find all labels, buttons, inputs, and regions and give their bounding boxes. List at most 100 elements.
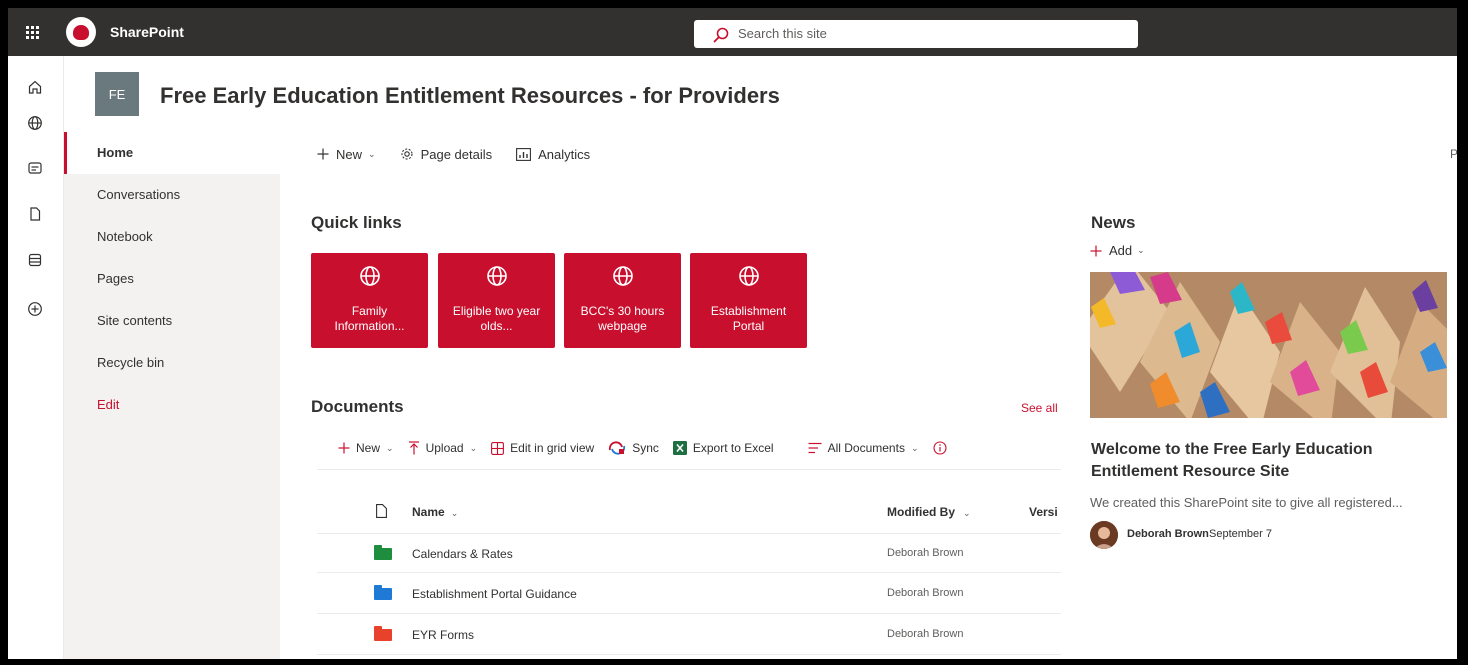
edit-grid-label: Edit in grid view: [510, 441, 595, 455]
create-icon[interactable]: [24, 298, 46, 320]
column-header-modified-by[interactable]: Modified By ⌄: [887, 505, 971, 519]
document-name[interactable]: Calendars & Rates: [412, 547, 513, 561]
nav-item-recycle-bin[interactable]: Recycle bin: [64, 342, 280, 384]
name-column-label: Name: [412, 505, 445, 519]
nav-item-home[interactable]: Home: [64, 132, 280, 174]
documents-command-bar: New ⌄ Upload ⌄ Edit in grid view Sync Ex…: [338, 436, 1068, 460]
sync-label: Sync: [632, 441, 659, 455]
table-row[interactable]: Establishment Portal Guidance Deborah Br…: [317, 574, 1061, 614]
nav-item-pages[interactable]: Pages: [64, 258, 280, 300]
new-label: New: [336, 146, 363, 162]
app-name[interactable]: SharePoint: [110, 24, 184, 40]
chevron-down-icon: ⌄: [450, 508, 459, 518]
news-date: September 7: [1209, 528, 1272, 540]
quick-link-label: BCC's 30 hours webpage: [580, 304, 665, 333]
doc-new-button[interactable]: New ⌄: [338, 441, 394, 455]
nav-edit-link[interactable]: Edit: [64, 384, 280, 426]
site-title[interactable]: Free Early Education Entitlement Resourc…: [160, 83, 780, 109]
globe-icon[interactable]: [24, 112, 46, 134]
search-box[interactable]: Search this site: [694, 20, 1138, 48]
document-name[interactable]: EYR Forms: [412, 628, 474, 642]
folder-icon: [374, 626, 392, 641]
search-input[interactable]: Search this site: [738, 26, 827, 41]
info-icon: [932, 441, 947, 455]
app-bar: [8, 56, 64, 659]
avatar[interactable]: [1090, 521, 1118, 549]
column-header-version[interactable]: Versi: [1029, 505, 1058, 519]
suite-bar: SharePoint Search this site: [8, 8, 1457, 56]
chevron-down-icon: ⌄: [1137, 245, 1145, 255]
edit-grid-view-button[interactable]: Edit in grid view: [491, 441, 594, 455]
quick-link-tile[interactable]: BCC's 30 hours webpage: [564, 253, 681, 348]
sync-icon: [609, 441, 626, 455]
new-button[interactable]: New ⌄: [317, 147, 376, 162]
modified-by-value: Deborah Brown: [887, 587, 964, 599]
documents-title[interactable]: Documents: [311, 397, 404, 417]
chevron-down-icon: ⌄: [469, 442, 478, 453]
page-details-button[interactable]: Page details: [400, 146, 493, 162]
column-header-name[interactable]: Name ⌄: [412, 505, 458, 519]
plus-icon: [1090, 245, 1102, 256]
globe-icon: [739, 266, 759, 286]
quick-link-label: Establishment Portal: [710, 304, 787, 333]
home-icon[interactable]: [24, 76, 46, 98]
news-add-label: Add: [1109, 243, 1133, 258]
page-details-label: Page details: [420, 146, 493, 162]
table-row[interactable]: EYR Forms Deborah Brown: [317, 615, 1061, 655]
sharepoint-window: SharePoint Search this site FE Free Earl…: [8, 8, 1457, 659]
globe-icon: [360, 266, 380, 286]
export-excel-button[interactable]: Export to Excel: [672, 441, 774, 455]
doc-new-label: New: [356, 441, 381, 455]
quick-link-tile[interactable]: Establishment Portal: [690, 253, 807, 348]
left-navigation: Home Conversations Notebook Pages Site c…: [64, 132, 280, 659]
quick-link-label: Family Information...: [334, 304, 405, 333]
documents-column-header: Name ⌄ Modified By ⌄ Versi: [317, 495, 1061, 527]
export-excel-label: Export to Excel: [692, 441, 774, 455]
modified-by-value: Deborah Brown: [887, 547, 964, 559]
news-author[interactable]: Deborah Brown: [1127, 528, 1209, 540]
analytics-button[interactable]: Analytics: [516, 147, 590, 162]
org-logo[interactable]: [66, 17, 96, 47]
file-type-icon[interactable]: [376, 504, 387, 518]
news-headline[interactable]: Welcome to the Free Early Education Enti…: [1091, 439, 1441, 483]
see-all-link[interactable]: See all: [1021, 401, 1058, 415]
app-launcher-icon[interactable]: [8, 8, 56, 56]
quick-links-title: Quick links: [311, 213, 402, 232]
modified-by-value: Deborah Brown: [887, 628, 964, 640]
info-button[interactable]: [932, 441, 953, 455]
chevron-down-icon: ⌄: [910, 442, 919, 453]
colored-pencils-image: [1090, 272, 1447, 418]
plus-icon: [317, 148, 329, 160]
lists-icon[interactable]: [24, 249, 46, 271]
grid-icon: [491, 441, 505, 455]
nav-item-conversations[interactable]: Conversations: [64, 174, 280, 216]
news-add-button[interactable]: Add ⌄: [1090, 243, 1145, 258]
sync-button[interactable]: Sync: [608, 441, 659, 455]
news-image[interactable]: [1090, 272, 1447, 418]
view-selector[interactable]: All Documents ⌄: [808, 441, 919, 455]
news-title[interactable]: News: [1091, 213, 1135, 233]
globe-icon: [487, 266, 507, 286]
nav-item-notebook[interactable]: Notebook: [64, 216, 280, 258]
document-name[interactable]: Establishment Portal Guidance: [412, 587, 577, 601]
site-logo[interactable]: FE: [95, 72, 139, 116]
cut-off-command-text: P: [1450, 147, 1457, 161]
file-icon[interactable]: [24, 203, 46, 225]
modified-by-column-label: Modified By: [887, 505, 955, 519]
quick-link-tile[interactable]: Eligible two year olds...: [438, 253, 555, 348]
search-icon: [713, 27, 729, 43]
chevron-down-icon: ⌄: [963, 508, 971, 518]
table-row[interactable]: Calendars & Rates Deborah Brown: [317, 533, 1061, 573]
quick-link-tile[interactable]: Family Information...: [311, 253, 428, 348]
quick-link-label: Eligible two year olds...: [452, 304, 541, 333]
chevron-down-icon: ⌄: [386, 442, 394, 453]
author-photo: [1090, 521, 1118, 549]
upload-label: Upload: [425, 441, 464, 455]
upload-button[interactable]: Upload ⌄: [408, 441, 478, 455]
globe-icon: [613, 266, 633, 286]
nav-item-site-contents[interactable]: Site contents: [64, 300, 280, 342]
view-label: All Documents: [827, 441, 905, 455]
plus-icon: [338, 442, 350, 454]
news-icon[interactable]: [24, 157, 46, 179]
analytics-icon: [516, 147, 532, 161]
